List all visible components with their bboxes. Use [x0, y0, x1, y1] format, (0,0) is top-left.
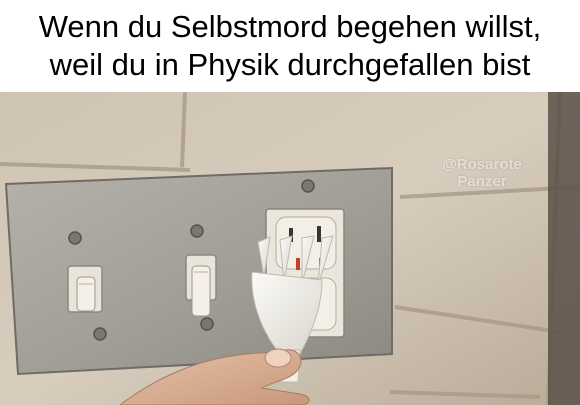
caption: Wenn du Selbstmord begehen willst, weil … [0, 0, 580, 92]
photo-illustration [0, 92, 580, 405]
caption-line-2: weil du in Physik durchgefallen bist [49, 47, 531, 82]
watermark-line-1: @Rosarote [442, 156, 522, 173]
watermark: @Rosarote Panzer [426, 156, 538, 190]
meme: Wenn du Selbstmord begehen willst, weil … [0, 0, 580, 405]
wall-corner-shadow [548, 92, 580, 405]
watermark-line-2: Panzer [457, 173, 507, 190]
photo: @Rosarote Panzer [0, 92, 580, 405]
light-switch-left [67, 265, 103, 313]
caption-line-1: Wenn du Selbstmord begehen willst, [38, 9, 542, 44]
